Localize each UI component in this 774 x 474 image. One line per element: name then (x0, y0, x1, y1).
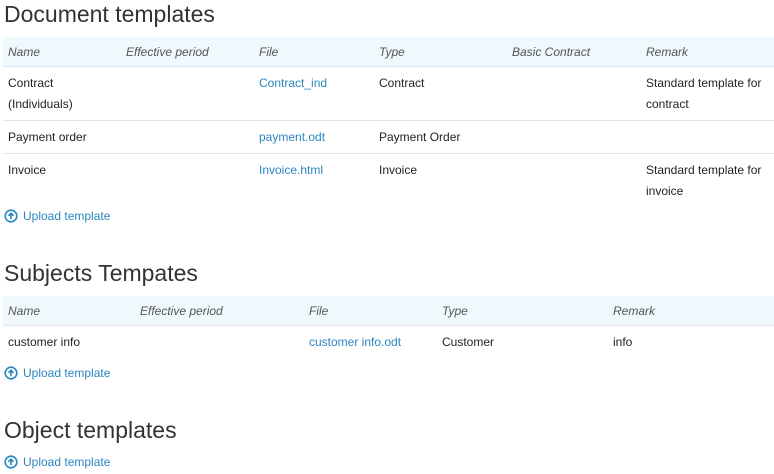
table-row: Payment order payment.odt Payment Order (3, 120, 774, 154)
table-header-row: Name Effective period File Type Remark (3, 296, 774, 326)
table-row: Invoice Invoice.html Invoice Standard te… (3, 154, 774, 208)
basic-contract (507, 154, 641, 208)
column-header-type[interactable]: Type (437, 296, 608, 326)
circle-up-arrow-icon (4, 455, 18, 469)
effective-period (135, 326, 304, 359)
template-name: customer info (8, 335, 81, 349)
column-header-effective-period[interactable]: Effective period (121, 37, 254, 67)
file-link[interactable]: customer info.odt (309, 335, 401, 349)
remark: Standard template for invoice (646, 163, 762, 198)
template-type: Customer (442, 335, 495, 349)
upload-template-button[interactable]: Upload template (4, 455, 110, 469)
column-header-file[interactable]: File (254, 37, 374, 67)
file-link[interactable]: Contract_ind (259, 76, 327, 90)
file-link[interactable]: payment.odt (259, 130, 325, 144)
column-header-remark[interactable]: Remark (641, 37, 774, 67)
column-header-basic-contract[interactable]: Basic Contract (507, 37, 641, 67)
column-header-name[interactable]: Name (3, 37, 121, 67)
column-header-remark[interactable]: Remark (608, 296, 774, 326)
template-type: Payment Order (374, 120, 507, 154)
template-type: Invoice (379, 163, 418, 177)
document-templates-table: Name Effective period File Type Basic Co… (3, 37, 774, 207)
basic-contract (507, 120, 641, 154)
effective-period (121, 66, 254, 121)
upload-template-label: Upload template (23, 455, 111, 469)
upload-template-label: Upload template (23, 366, 111, 380)
subjects-templates-title: Subjects Tempates (4, 260, 198, 286)
document-templates-title: Document templates (4, 1, 215, 27)
template-type: Contract (374, 66, 507, 121)
table-header-row: Name Effective period File Type Basic Co… (3, 37, 774, 67)
remark: Standard template for contract (641, 66, 774, 121)
subjects-templates-table: Name Effective period File Type Remark c… (3, 296, 774, 358)
basic-contract (507, 66, 641, 121)
column-header-type[interactable]: Type (374, 37, 507, 67)
object-templates-title: Object templates (4, 417, 177, 443)
file-link[interactable]: Invoice.html (259, 163, 323, 177)
template-name: Contract (Individuals) (3, 66, 121, 121)
column-header-effective-period[interactable]: Effective period (135, 296, 304, 326)
circle-up-arrow-icon (4, 209, 18, 223)
remark (641, 120, 774, 154)
remark: info (613, 335, 633, 349)
table-row: customer info customer info.odt Customer… (3, 326, 774, 359)
column-header-file[interactable]: File (304, 296, 437, 326)
effective-period (121, 154, 254, 208)
template-name: Payment order (3, 120, 121, 154)
upload-template-button[interactable]: Upload template (4, 366, 110, 380)
effective-period (121, 120, 254, 154)
column-header-name[interactable]: Name (3, 296, 135, 326)
upload-template-label: Upload template (23, 209, 111, 223)
table-row: Contract (Individuals) Contract_ind Cont… (3, 66, 774, 121)
template-name: Invoice (8, 163, 47, 177)
circle-up-arrow-icon (4, 366, 18, 380)
upload-template-button[interactable]: Upload template (4, 209, 110, 223)
